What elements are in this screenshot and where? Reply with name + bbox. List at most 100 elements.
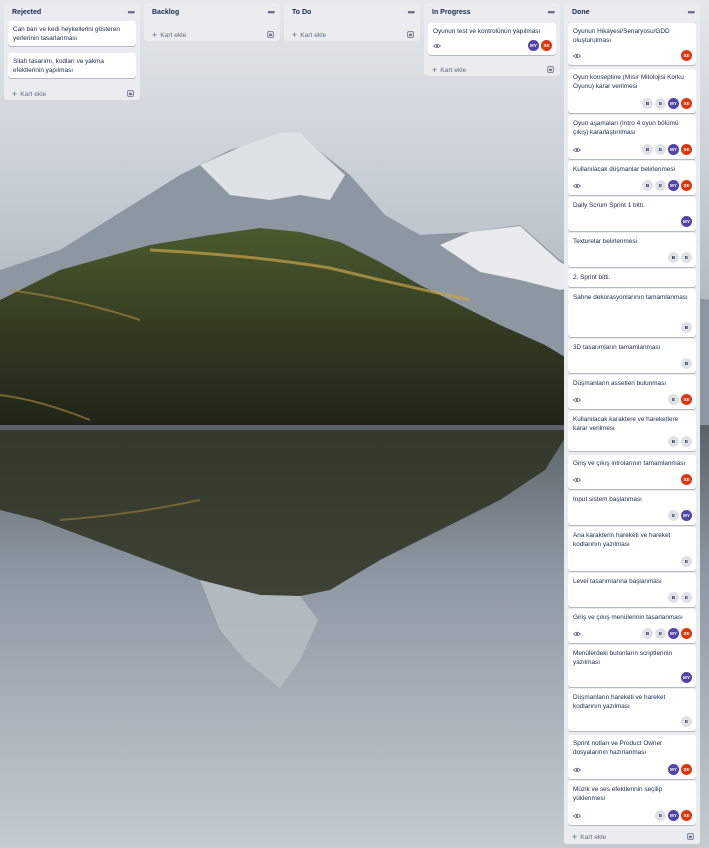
member-avatar[interactable]: MY	[681, 510, 692, 521]
member-avatar[interactable]: MY	[668, 144, 679, 155]
member-avatar[interactable]: E	[655, 810, 666, 821]
list-title[interactable]: Backlog	[152, 9, 179, 16]
list-title[interactable]: To Do	[292, 9, 311, 16]
card-template-icon[interactable]	[407, 31, 414, 38]
member-avatar[interactable]: E	[681, 252, 692, 263]
card-badges: E SE	[573, 394, 692, 406]
member-avatar[interactable]: E	[681, 716, 692, 727]
list-header[interactable]: In Progress •••	[424, 3, 560, 22]
list-menu-icon[interactable]: •••	[268, 8, 276, 17]
card[interactable]: Oyunun test ve kontrolünün yapılması MY SE	[428, 23, 556, 55]
member-avatar[interactable]: E	[668, 394, 679, 405]
card[interactable]: Düşmanların assetleri bulunması E SE	[568, 375, 696, 409]
card-title: Can barı ve kedi heykellerini gösteren y…	[13, 26, 120, 42]
list-header[interactable]: Done •••	[564, 3, 700, 22]
card[interactable]: Ana karakterin hareketi ve hareket kodla…	[568, 527, 696, 571]
member-avatar[interactable]: MY	[668, 810, 679, 821]
card[interactable]: Daily Scrum Sprint 1 bitti. MY	[568, 197, 696, 231]
member-avatar[interactable]: MY	[681, 672, 692, 683]
add-card-button[interactable]: + Kart ekle	[292, 30, 414, 40]
member-avatar[interactable]: MY	[668, 764, 679, 775]
member-avatar[interactable]: E	[681, 592, 692, 603]
member-avatar[interactable]: B	[681, 358, 692, 369]
member-avatar[interactable]: SE	[681, 764, 692, 775]
list-header[interactable]: To Do •••	[284, 3, 420, 22]
card[interactable]: Giriş ve çıkış introlarının tamamlanması…	[568, 455, 696, 489]
member-avatar[interactable]: MY	[528, 40, 539, 51]
member-avatar[interactable]: B	[668, 252, 679, 263]
member-avatar[interactable]: SE	[541, 40, 552, 51]
card-members: B E MY SE	[642, 180, 692, 191]
member-avatar[interactable]: E	[655, 180, 666, 191]
member-avatar[interactable]: E	[655, 98, 666, 109]
member-avatar[interactable]: MY	[681, 216, 692, 227]
card[interactable]: 2. Sprint bitti.	[568, 269, 696, 287]
card[interactable]: Oyunun Hikayesi/Senaryosu/GDD oluşturulm…	[568, 23, 696, 65]
card[interactable]: Silah tasarımı, kodları ve yakma efektle…	[8, 53, 136, 78]
add-card-button[interactable]: + Kart ekle	[432, 65, 554, 75]
card-badges: B E MY SE	[573, 144, 692, 156]
watch-eye-icon	[573, 813, 581, 819]
card[interactable]: Kullanılacak düşmanlar belirlenmesi B E MY S…	[568, 161, 696, 195]
list-title[interactable]: In Progress	[432, 9, 471, 16]
card-template-icon[interactable]	[687, 833, 694, 840]
card-template-icon[interactable]	[127, 90, 134, 97]
card[interactable]: Texturelar belirlenmesi B E	[568, 233, 696, 267]
card[interactable]: Müzik ve ses efektlerinin seçilip yüklen…	[568, 781, 696, 825]
card[interactable]: Can barı ve kedi heykellerini gösteren y…	[8, 21, 136, 46]
card[interactable]: Sahne dekorasyonlarının tamamlanması B	[568, 289, 696, 337]
card[interactable]: 3D tasarımların tamamlanması B	[568, 339, 696, 373]
card-badges: B E MY SE	[573, 628, 692, 640]
member-avatar[interactable]: E	[655, 144, 666, 155]
card[interactable]: Düşmanların hareketi ve hareket kodların…	[568, 689, 696, 731]
card[interactable]: Level tasarımlarına başlanması B E	[568, 573, 696, 607]
member-avatar[interactable]: SE	[681, 628, 692, 639]
member-avatar[interactable]: B	[642, 628, 653, 639]
member-avatar[interactable]: B	[681, 322, 692, 333]
card[interactable]: Oyun konseptine (Mısır Mitolojisi Korku …	[568, 69, 696, 113]
member-avatar[interactable]: SE	[681, 474, 692, 485]
card-template-icon[interactable]	[547, 66, 554, 73]
list-menu-icon[interactable]: •••	[548, 8, 556, 17]
add-card-button[interactable]: + Kart ekle	[152, 30, 274, 40]
card-members: E MY	[668, 510, 692, 521]
list-header[interactable]: Backlog •••	[144, 3, 280, 22]
card[interactable]: Oyun aşamaları (Intro 4 oyun bölümü çıkı…	[568, 115, 696, 159]
watch-eye-icon	[573, 183, 581, 189]
member-avatar[interactable]: MY	[668, 180, 679, 191]
list-title[interactable]: Done	[572, 9, 590, 16]
member-avatar[interactable]: E	[681, 556, 692, 567]
card[interactable]: Sprint notları ve Product Owner dosyalar…	[568, 735, 696, 779]
member-avatar[interactable]: E	[681, 436, 692, 447]
card-template-icon[interactable]	[267, 31, 274, 38]
card[interactable]: Giriş ve çıkış menülerinin tasarlanması B…	[568, 609, 696, 643]
member-avatar[interactable]: E	[655, 628, 666, 639]
card-title: 3D tasarımların tamamlanması	[573, 344, 661, 351]
member-avatar[interactable]: SE	[681, 98, 692, 109]
member-avatar[interactable]: E	[668, 510, 679, 521]
member-avatar[interactable]: SE	[681, 50, 692, 61]
member-avatar[interactable]: B	[642, 98, 653, 109]
add-card-button[interactable]: + Kart ekle	[572, 832, 694, 842]
add-card-button[interactable]: + Kart ekle	[12, 89, 134, 99]
card[interactable]: Kullanılacak karaktere ve hareketlere ka…	[568, 411, 696, 451]
member-avatar[interactable]: B	[668, 436, 679, 447]
member-avatar[interactable]: SE	[681, 810, 692, 821]
member-avatar[interactable]: B	[642, 180, 653, 191]
member-avatar[interactable]: B	[642, 144, 653, 155]
card[interactable]: Menülerdeki butonların scriptlerinin yaz…	[568, 645, 696, 687]
card-title: Oyun aşamaları (Intro 4 oyun bölümü çıkı…	[573, 120, 679, 136]
member-avatar[interactable]: SE	[681, 144, 692, 155]
list-title[interactable]: Rejected	[12, 9, 41, 16]
card-badges: SE	[573, 474, 692, 486]
member-avatar[interactable]: SE	[681, 180, 692, 191]
card[interactable]: Input sistem başlanması E MY	[568, 491, 696, 525]
member-avatar[interactable]: B	[668, 592, 679, 603]
list-header[interactable]: Rejected •••	[4, 3, 140, 22]
list-menu-icon[interactable]: •••	[128, 8, 136, 17]
member-avatar[interactable]: SE	[681, 394, 692, 405]
member-avatar[interactable]: MY	[668, 628, 679, 639]
list-menu-icon[interactable]: •••	[408, 8, 416, 17]
list-menu-icon[interactable]: •••	[688, 8, 696, 17]
member-avatar[interactable]: MY	[668, 98, 679, 109]
